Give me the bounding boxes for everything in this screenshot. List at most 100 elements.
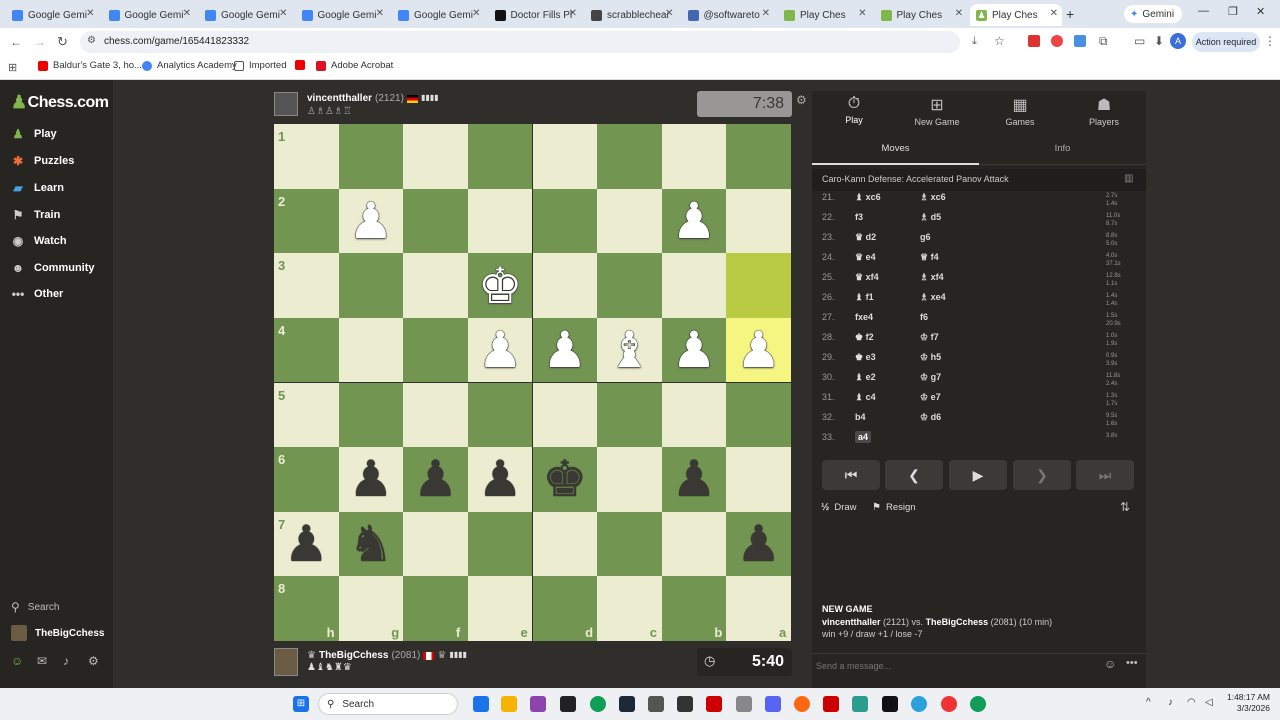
square-c5[interactable] bbox=[597, 382, 662, 448]
telegram-icon[interactable] bbox=[911, 696, 927, 712]
white-move[interactable]: fxe4 bbox=[855, 312, 873, 322]
white-move[interactable]: ♛ d2 bbox=[855, 232, 876, 243]
black-move[interactable]: ♔ g7 bbox=[920, 372, 941, 383]
black-move[interactable]: ♔ e7 bbox=[920, 392, 941, 403]
chesscom-logo[interactable]: ♟ Chess.com bbox=[11, 92, 109, 113]
app-icon[interactable] bbox=[648, 696, 664, 712]
square-g1[interactable] bbox=[338, 124, 404, 189]
browser-tab[interactable]: scrabblechear ✕ bbox=[585, 4, 678, 26]
flip-board-icon[interactable]: ⇅ bbox=[1120, 500, 1130, 514]
white-pawn[interactable]: ♟ bbox=[533, 318, 598, 383]
volume-icon[interactable]: ◁ bbox=[1205, 697, 1213, 708]
sidebar-profile[interactable]: TheBigCchess bbox=[11, 625, 104, 641]
square-e7[interactable] bbox=[467, 511, 533, 577]
new-tab-icon[interactable]: + bbox=[1066, 6, 1074, 22]
black-pawn[interactable]: ♟ bbox=[726, 512, 791, 577]
square-g4[interactable] bbox=[338, 317, 404, 383]
previous-move-button[interactable]: ❮ bbox=[885, 460, 943, 490]
white-king[interactable]: ♚ bbox=[468, 253, 533, 318]
microphone-icon[interactable]: ♪ bbox=[1168, 697, 1173, 708]
app-icon[interactable] bbox=[736, 696, 752, 712]
close-icon[interactable]: ✕ bbox=[665, 8, 673, 19]
black-king[interactable]: ♚ bbox=[533, 447, 598, 512]
square-d7[interactable] bbox=[532, 511, 598, 577]
black-pawn[interactable]: ♟ bbox=[662, 447, 727, 512]
action-required-button[interactable]: Action required bbox=[1192, 32, 1260, 52]
black-move[interactable]: f6 bbox=[920, 312, 928, 322]
close-icon[interactable]: ✕ bbox=[955, 8, 963, 19]
white-pawn[interactable]: ♟ bbox=[726, 318, 791, 383]
black-pawn[interactable]: ♟ bbox=[274, 512, 339, 577]
subtab-moves[interactable]: Moves bbox=[812, 137, 979, 165]
first-move-button[interactable]: ⏮ bbox=[822, 460, 880, 490]
black-pawn[interactable]: ♟ bbox=[468, 447, 533, 512]
close-icon[interactable]: ✕ bbox=[86, 8, 94, 19]
nav-community[interactable]: ☻ Community bbox=[10, 261, 95, 275]
square-a1[interactable] bbox=[726, 124, 791, 189]
square-d3[interactable] bbox=[532, 253, 598, 318]
top-player-avatar[interactable] bbox=[274, 92, 298, 116]
square-d2[interactable] bbox=[532, 188, 598, 254]
extensions-puzzle-icon[interactable]: ⧉ bbox=[1099, 34, 1108, 49]
square-f1[interactable] bbox=[403, 124, 468, 189]
bookmark-star-icon[interactable]: ☆ bbox=[994, 34, 1005, 48]
white-pawn[interactable]: ♟ bbox=[662, 189, 727, 254]
square-c6[interactable] bbox=[597, 447, 662, 512]
square-g5[interactable] bbox=[338, 382, 404, 448]
bookmark-baldurs-gate[interactable]: Baldur's Gate 3, ho... bbox=[38, 60, 142, 71]
square-d5[interactable] bbox=[532, 382, 598, 448]
white-move[interactable]: ♛ e4 bbox=[855, 252, 876, 263]
square-c3[interactable] bbox=[597, 253, 662, 318]
taskbar-clock[interactable]: 1:48:17 AM 3/3/2026 bbox=[1220, 692, 1270, 714]
menu-dots-icon[interactable]: ⋮ bbox=[1264, 34, 1276, 48]
sidebar-search[interactable]: ⚲ Search bbox=[11, 600, 59, 614]
white-move[interactable]: b4 bbox=[855, 412, 866, 422]
browser-tab[interactable]: Google Gemi ✕ bbox=[296, 4, 389, 26]
next-move-button[interactable]: ❯ bbox=[1013, 460, 1071, 490]
sidepanel-icon[interactable]: ▭ bbox=[1134, 34, 1145, 48]
square-c1[interactable] bbox=[597, 124, 662, 189]
chrome-icon[interactable] bbox=[590, 696, 606, 712]
board-settings-gear-icon[interactable]: ⚙ bbox=[796, 93, 807, 107]
extension-icon[interactable] bbox=[1028, 35, 1040, 47]
bell-icon[interactable]: ♪ bbox=[63, 654, 69, 668]
close-icon[interactable]: ✕ bbox=[1050, 8, 1058, 19]
tab-play-chess-active[interactable]: ♟ Play Ches ✕ bbox=[970, 4, 1062, 26]
white-move[interactable]: ♚ f2 bbox=[855, 332, 874, 343]
square-d1[interactable] bbox=[532, 124, 598, 189]
adblock-extension-icon[interactable] bbox=[1051, 35, 1063, 47]
square-a6[interactable] bbox=[726, 447, 791, 512]
browser-tab[interactable]: @softwareto ✕ bbox=[682, 4, 775, 26]
black-move[interactable]: ♗ d5 bbox=[920, 212, 941, 223]
url-field[interactable]: ⚙ chess.com/game/165441823332 bbox=[80, 31, 960, 53]
bottom-player-avatar[interactable] bbox=[274, 648, 298, 676]
square-b7[interactable] bbox=[661, 511, 727, 577]
more-dots-icon[interactable]: ••• bbox=[1126, 657, 1138, 669]
white-move[interactable]: ♝ xc6 bbox=[855, 192, 881, 203]
nav-play[interactable]: ♟ Play bbox=[10, 127, 57, 141]
browser-tab[interactable]: Doctor Fills Pl ✕ bbox=[489, 4, 582, 26]
app-icon[interactable] bbox=[706, 696, 722, 712]
square-e5[interactable] bbox=[467, 382, 533, 448]
reload-icon[interactable]: ↻ bbox=[57, 34, 68, 50]
square-e1[interactable] bbox=[467, 124, 533, 189]
black-move[interactable]: ♔ f7 bbox=[920, 332, 939, 343]
tab-new-game[interactable]: ⊞ New Game bbox=[907, 95, 967, 127]
black-move[interactable]: ♔ h5 bbox=[920, 352, 941, 363]
black-move[interactable]: ♗ xc6 bbox=[920, 192, 946, 203]
filezilla-icon[interactable] bbox=[823, 696, 839, 712]
square-a5[interactable] bbox=[726, 382, 791, 448]
last-move-button[interactable]: ⏭ bbox=[1076, 460, 1134, 490]
gear-icon[interactable]: ⚙ bbox=[88, 654, 99, 668]
tab-players[interactable]: ☗ Players bbox=[1074, 95, 1134, 127]
close-icon[interactable]: ✕ bbox=[183, 8, 191, 19]
square-a3[interactable] bbox=[726, 253, 791, 318]
close-icon[interactable]: ✕ bbox=[569, 8, 577, 19]
minimize-icon[interactable]: — bbox=[1198, 5, 1209, 17]
chrome-icon[interactable] bbox=[970, 696, 986, 712]
resign-button[interactable]: ⚑ Resign bbox=[872, 502, 916, 513]
tab-play[interactable]: ⏱ Play bbox=[824, 95, 884, 125]
nav-train[interactable]: ⚑ Train bbox=[10, 208, 61, 222]
back-icon[interactable]: ← bbox=[10, 35, 22, 49]
browser-tab[interactable]: Google Gemi ✕ bbox=[392, 4, 485, 26]
